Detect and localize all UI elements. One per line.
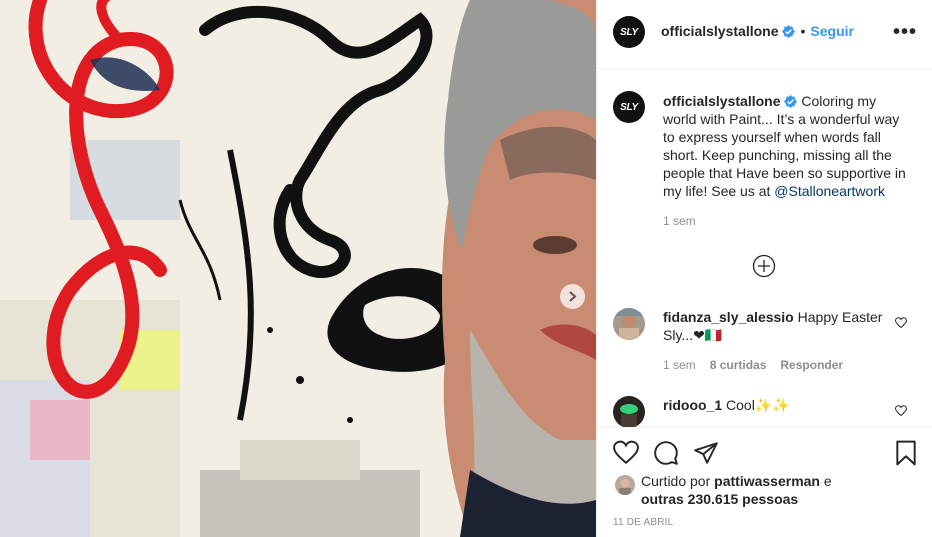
caption-text: officialslystallone Coloring my world wi… xyxy=(663,92,909,200)
comments-section[interactable]: SLY officialslystallone Coloring my worl… xyxy=(597,69,932,427)
verified-badge-icon xyxy=(782,24,796,38)
likes-summary: Curtido por pattiwasserman e outras 230.… xyxy=(641,472,911,508)
post-date[interactable]: 11 DE ABRIL xyxy=(613,517,673,528)
reply-button[interactable]: Responder xyxy=(780,358,843,372)
commenter-avatar[interactable] xyxy=(613,396,645,427)
next-photo-button[interactable] xyxy=(560,284,585,309)
caption-author-avatar[interactable]: SLY xyxy=(613,91,645,123)
likes-prefix: Curtido por xyxy=(641,473,711,489)
separator-dot: • xyxy=(800,23,806,39)
comment-likes[interactable]: 8 curtidas xyxy=(710,358,767,372)
author-avatar[interactable]: SLY xyxy=(613,16,645,48)
likes-conj: e xyxy=(823,473,832,489)
chevron-right-icon xyxy=(569,291,577,302)
share-paper-plane-icon[interactable] xyxy=(693,440,719,466)
author-username[interactable]: officialslystallone xyxy=(661,23,778,39)
save-bookmark-icon[interactable] xyxy=(893,440,919,466)
follow-button[interactable]: Seguir xyxy=(810,23,854,39)
commenter-avatar[interactable] xyxy=(613,308,645,340)
comment-like-heart-icon[interactable] xyxy=(895,405,907,417)
likes-user-link[interactable]: pattiwasserman xyxy=(714,473,820,489)
comment-bubble-icon[interactable] xyxy=(653,440,679,466)
painting-image xyxy=(0,0,596,537)
comment-meta: 1 sem 8 curtidas Responder xyxy=(663,358,843,372)
more-options-button[interactable]: ••• xyxy=(893,22,917,42)
post-photo[interactable] xyxy=(0,0,596,537)
comment-like-heart-icon[interactable] xyxy=(895,317,907,329)
caption-mention-link[interactable]: @Stalloneartwork xyxy=(774,183,885,199)
post-actions: Curtido por pattiwasserman e outras 230.… xyxy=(597,427,932,537)
post-header: SLY officialslystallone • Seguir ••• xyxy=(597,0,932,69)
verified-badge-icon xyxy=(784,95,798,108)
comment-text: fidanza_sly_alessio Happy Easter Sly...❤… xyxy=(663,308,893,344)
commenter-avatar-image xyxy=(613,396,645,427)
liker-avatar[interactable] xyxy=(615,475,635,495)
like-heart-icon[interactable] xyxy=(613,440,639,466)
comment-body: Cool✨✨ xyxy=(726,397,790,413)
comment-time[interactable]: 1 sem xyxy=(663,358,696,372)
post-side-panel: SLY officialslystallone • Seguir ••• SLY… xyxy=(596,0,932,537)
caption-time[interactable]: 1 sem xyxy=(663,214,696,228)
likes-others-link[interactable]: outras 230.615 pessoas xyxy=(641,491,798,507)
caption-username[interactable]: officialslystallone xyxy=(663,93,780,109)
comment-text: ridooo_1 Cool✨✨ xyxy=(663,396,893,414)
load-more-comments-icon[interactable] xyxy=(752,254,776,278)
comment-username[interactable]: ridooo_1 xyxy=(663,397,722,413)
comment-username[interactable]: fidanza_sly_alessio xyxy=(663,309,794,325)
commenter-avatar-image xyxy=(613,308,645,340)
liker-avatar-image xyxy=(615,475,635,495)
author-line: officialslystallone • Seguir xyxy=(661,23,854,39)
